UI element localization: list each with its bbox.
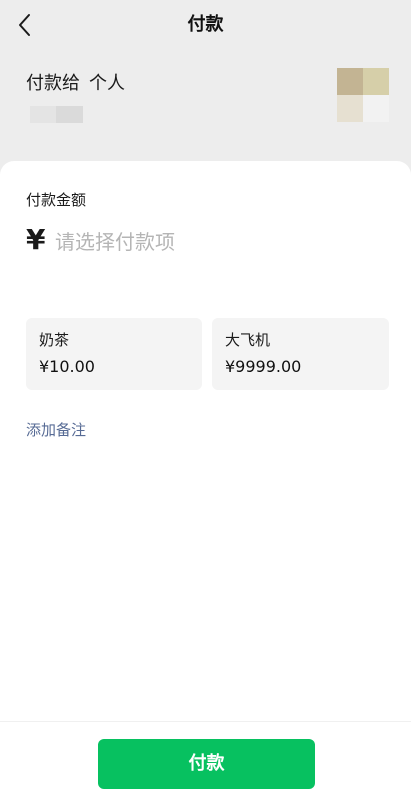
option-name: 大飞机	[225, 331, 271, 349]
avatar	[337, 68, 389, 122]
amount-label: 付款金额	[26, 191, 87, 209]
pay-button[interactable]: 付款	[98, 739, 315, 789]
amount-input[interactable]	[55, 227, 375, 257]
footer-bar: 付款	[0, 721, 411, 802]
option-price: ¥9999.00	[225, 357, 302, 376]
payment-option-airplane[interactable]: 大飞机 ¥9999.00	[212, 318, 389, 390]
payee-info: 付款给 个人	[26, 71, 125, 97]
payment-option-milk-tea[interactable]: 奶茶 ¥10.00	[26, 318, 202, 390]
navigation-bar: 付款	[0, 0, 411, 50]
add-note-link[interactable]: 添加备注	[26, 420, 86, 440]
option-name: 奶茶	[39, 331, 70, 349]
payment-page: 付款 付款给个人 付款金额 ¥ 奶茶 ¥10.00 大飞机 ¥9999.00 添…	[0, 0, 411, 802]
currency-symbol: ¥	[26, 223, 46, 256]
page-title: 付款	[187, 14, 224, 35]
payment-card: 付款金额 ¥ 奶茶 ¥10.00 大飞机 ¥9999.00 添加备注	[0, 161, 411, 721]
payee-name: 个人	[89, 73, 125, 94]
option-price: ¥10.00	[39, 357, 95, 376]
payee-prefix: 付款给	[26, 73, 80, 94]
payee-id-redacted	[30, 106, 83, 123]
